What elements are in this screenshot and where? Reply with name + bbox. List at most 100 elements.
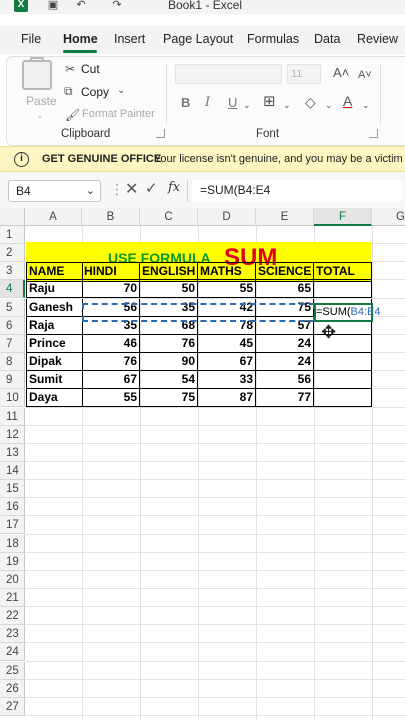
score-cell[interactable]: 65 (256, 280, 314, 299)
row-header-26[interactable]: 26 (0, 679, 25, 698)
redo-icon[interactable]: ↷ (110, 0, 124, 12)
tab-page-layout[interactable]: Page Layout (163, 32, 233, 46)
row-header-24[interactable]: 24 (0, 643, 25, 662)
column-header-b[interactable]: B (82, 208, 140, 226)
column-header-e[interactable]: E (256, 208, 314, 226)
decrease-font-icon[interactable]: A˅ (358, 68, 372, 82)
font-color-chevron-icon[interactable]: ⌄ (362, 98, 370, 112)
row-header-7[interactable]: 7 (0, 334, 25, 353)
score-cell[interactable]: 46 (82, 334, 140, 353)
name-cell[interactable]: Daya (26, 389, 83, 408)
score-cell[interactable]: 54 (140, 371, 198, 390)
total-cell[interactable] (314, 371, 372, 390)
paste-label[interactable]: Paste (26, 94, 57, 108)
score-cell[interactable]: 76 (82, 353, 140, 372)
row-header-15[interactable]: 15 (0, 480, 25, 499)
total-cell[interactable] (314, 389, 372, 408)
table-header-cell[interactable]: MATHS (198, 262, 256, 281)
format-painter-button[interactable]: Format Painter (82, 108, 155, 120)
name-box[interactable]: B4 ⌄ (8, 180, 101, 202)
font-family-select[interactable] (175, 64, 282, 84)
row-header-10[interactable]: 10 (0, 389, 25, 408)
table-header-cell[interactable]: HINDI (82, 262, 140, 281)
row-header-1[interactable]: 1 (0, 226, 25, 244)
name-cell[interactable]: Raja (26, 316, 83, 335)
score-cell[interactable]: 90 (140, 353, 198, 372)
more-options-icon[interactable]: ⋮ (110, 182, 124, 196)
row-header-14[interactable]: 14 (0, 461, 25, 480)
name-cell[interactable]: Ganesh (26, 298, 83, 317)
score-cell[interactable]: 67 (82, 371, 140, 390)
borders-chevron-icon[interactable]: ⌄ (283, 98, 291, 112)
table-header-cell[interactable]: SCIENCE (256, 262, 314, 281)
row-header-22[interactable]: 22 (0, 607, 25, 626)
column-header-c[interactable]: C (140, 208, 198, 226)
score-cell[interactable]: 33 (198, 371, 256, 390)
score-cell[interactable]: 55 (198, 280, 256, 299)
row-header-6[interactable]: 6 (0, 316, 25, 335)
fill-chevron-icon[interactable]: ⌄ (325, 98, 333, 112)
copy-button[interactable]: Copy (81, 85, 109, 99)
font-color-icon[interactable]: A (343, 94, 352, 108)
row-header-23[interactable]: 23 (0, 625, 25, 644)
score-cell[interactable]: 50 (140, 280, 198, 299)
row-header-27[interactable]: 27 (0, 697, 25, 716)
tab-formulas[interactable]: Formulas (247, 32, 299, 46)
undo-icon[interactable]: ↶ (74, 0, 88, 12)
borders-icon[interactable]: ⊞ (263, 94, 276, 109)
copy-icon[interactable]: ⧉ (64, 84, 73, 98)
row-header-5[interactable]: 5 (0, 298, 25, 317)
copy-chevron-icon[interactable]: ⌄ (117, 84, 125, 98)
row-header-2[interactable]: 2 (0, 244, 25, 263)
score-cell[interactable]: 77 (256, 389, 314, 408)
column-header-d[interactable]: D (198, 208, 256, 226)
score-cell[interactable]: 24 (256, 353, 314, 372)
row-header-17[interactable]: 17 (0, 516, 25, 535)
score-cell[interactable]: 75 (140, 389, 198, 408)
row-header-20[interactable]: 20 (0, 570, 25, 589)
chevron-down-icon[interactable]: ⌄ (86, 184, 95, 197)
name-cell[interactable]: Raju (26, 280, 83, 299)
underline-chevron-icon[interactable]: ⌄ (243, 98, 251, 112)
column-header-f[interactable]: F (314, 208, 372, 226)
italic-button[interactable]: I (205, 95, 210, 110)
bold-button[interactable]: B (181, 95, 190, 110)
name-cell[interactable]: Sumit (26, 371, 83, 390)
brush-icon[interactable]: 🖌 (65, 108, 80, 122)
row-header-16[interactable]: 16 (0, 498, 25, 517)
tab-data[interactable]: Data (314, 32, 340, 46)
save-icon[interactable]: ▣ (46, 0, 60, 12)
font-size-select[interactable]: 11 (287, 64, 321, 84)
row-header-25[interactable]: 25 (0, 661, 25, 680)
column-header-a[interactable]: A (25, 208, 82, 226)
tab-file[interactable]: File (21, 32, 41, 46)
score-cell[interactable]: 45 (198, 334, 256, 353)
row-header-12[interactable]: 12 (0, 425, 25, 444)
table-header-cell[interactable]: NAME (26, 262, 83, 281)
fill-color-icon[interactable]: ◇ (305, 95, 316, 109)
increase-font-icon[interactable]: A˄ (333, 66, 349, 80)
score-cell[interactable]: 67 (198, 353, 256, 372)
font-launcher-icon[interactable] (369, 129, 378, 138)
underline-button[interactable]: U (228, 95, 237, 110)
name-cell[interactable]: Dipak (26, 353, 83, 372)
row-header-11[interactable]: 11 (0, 407, 25, 426)
check-icon[interactable]: ✓ (145, 179, 158, 197)
paste-icon[interactable] (22, 60, 52, 90)
score-cell[interactable]: 87 (198, 389, 256, 408)
select-all-button[interactable] (0, 208, 25, 226)
score-cell[interactable]: 55 (82, 389, 140, 408)
column-header-g[interactable]: G (372, 208, 405, 226)
score-cell[interactable]: 76 (140, 334, 198, 353)
total-cell[interactable] (314, 353, 372, 372)
score-cell[interactable]: 56 (256, 371, 314, 390)
row-header-21[interactable]: 21 (0, 589, 25, 607)
tab-insert[interactable]: Insert (114, 32, 145, 46)
formula-input[interactable]: =SUM(B4:E4 (192, 180, 402, 202)
row-header-19[interactable]: 19 (0, 552, 25, 571)
name-cell[interactable]: Prince (26, 334, 83, 353)
tab-review[interactable]: Review (357, 32, 398, 46)
fx-icon[interactable]: fx (168, 180, 180, 195)
close-icon[interactable]: ✕ (125, 179, 138, 199)
score-cell[interactable]: 24 (256, 334, 314, 353)
